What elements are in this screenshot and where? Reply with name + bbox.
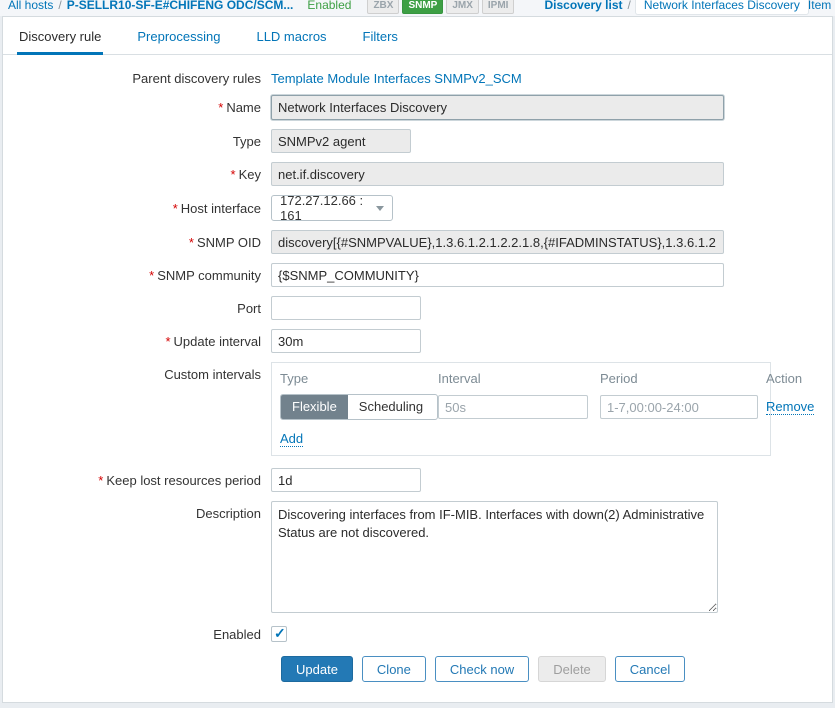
custom-intervals-label: Custom intervals [164, 367, 261, 382]
breadcrumb-all-hosts-link[interactable]: All hosts [8, 0, 53, 12]
form-row-port: Port [13, 296, 822, 320]
breadcrumb-host-link[interactable]: P-SELLR10-SF-E#CHIFENG ODC/SCM... [67, 0, 294, 12]
column-type: Type [280, 371, 309, 386]
breadcrumb-separator: / [58, 0, 62, 12]
discovery-list-link[interactable]: Discovery list [544, 0, 622, 12]
required-marker: * [218, 100, 224, 115]
required-marker: * [188, 234, 194, 250]
keep-lost-input[interactable] [271, 468, 421, 492]
breadcrumb: All hosts / P-SELLR10-SF-E#CHIFENG ODC/SCM… [8, 0, 293, 12]
form-row-snmp-community: * SNMP community [13, 263, 822, 287]
form-footer-buttons: Update Clone Check now Delete Cancel [281, 656, 822, 682]
form-row-snmp-oid: * SNMP OID [13, 230, 822, 254]
scheduling-toggle-button[interactable]: Scheduling [347, 395, 435, 419]
host-interface-select[interactable]: 172.27.12.66 : 161 [271, 193, 393, 223]
form-row-description: Description Discovering interfaces from … [13, 501, 822, 613]
item-prototypes-link[interactable]: Item prototypes [808, 0, 835, 12]
check-now-button[interactable]: Check now [434, 656, 530, 682]
form-row-host-interface: * Host interface 172.27.12.66 : 161 [13, 193, 822, 223]
type-label: Type [232, 133, 261, 149]
snmp-oid-input[interactable] [271, 230, 724, 254]
required-marker: * [165, 333, 171, 349]
required-marker: * [172, 200, 178, 216]
name-label: Name [226, 100, 261, 115]
discovery-nav: Discovery list / Network Interfaces Disc… [544, 0, 808, 14]
interval-type-toggle: Flexible Scheduling [280, 394, 438, 420]
name-input[interactable] [271, 95, 724, 120]
delete-button: Delete [538, 656, 606, 682]
host-status-badge: Enabled [307, 0, 352, 12]
required-marker: * [230, 166, 236, 182]
update-interval-label: Update interval [173, 333, 261, 349]
zbx-availability-badge: ZBX [367, 0, 400, 14]
chevron-down-icon [376, 205, 384, 211]
jmx-availability-badge: JMX [446, 0, 479, 14]
enabled-checkbox[interactable] [271, 625, 287, 642]
form-row-parent-rules: Parent discovery rules Template Module I… [13, 71, 822, 86]
column-action: Action [766, 371, 803, 386]
snmp-community-input[interactable] [271, 263, 724, 287]
form-row-custom-intervals: Custom intervals Type Interval Period Ac… [13, 362, 822, 456]
description-label: Description [195, 506, 261, 521]
form-row-key: * Key [13, 162, 822, 186]
form-row-enabled: Enabled [13, 625, 822, 642]
discovery-rule-form: Parent discovery rules Template Module I… [3, 55, 832, 682]
required-marker: * [98, 472, 104, 488]
cancel-button[interactable]: Cancel [614, 656, 686, 682]
ipmi-availability-badge: IPMI [481, 0, 515, 14]
host-interface-label: Host interface [180, 200, 261, 216]
port-label: Port [237, 300, 261, 316]
enabled-label: Enabled [213, 626, 261, 642]
snmp-oid-label: SNMP OID [196, 234, 261, 250]
description-textarea[interactable]: Discovering interfaces from IF-MIB. Inte… [271, 501, 718, 613]
update-interval-input[interactable] [271, 329, 421, 353]
add-interval-link[interactable]: Add [280, 431, 304, 447]
period-input[interactable] [600, 395, 758, 419]
remove-interval-link[interactable]: Remove [766, 399, 815, 415]
discovery-rule-panel: Discovery rule Preprocessing LLD macros … [2, 16, 833, 703]
tab-bar: Discovery rule Preprocessing LLD macros … [3, 17, 832, 55]
form-row-keep-lost: * Keep lost resources period [13, 468, 822, 492]
column-period: Period [600, 371, 638, 386]
form-row-name: * Name [13, 95, 822, 120]
keep-lost-label: Keep lost resources period [106, 472, 261, 488]
custom-intervals-header: Type Interval Period Action [280, 371, 802, 394]
current-discovery-rule-label: Network Interfaces Discovery [635, 0, 808, 14]
availability-badges: ZBX SNMP JMX IPMI [367, 0, 515, 14]
column-interval: Interval [438, 371, 481, 386]
custom-interval-row: Flexible Scheduling Remove [280, 394, 815, 420]
update-button[interactable]: Update [281, 656, 353, 682]
tab-lld-macros[interactable]: LLD macros [254, 17, 328, 55]
form-row-update-interval: * Update interval [13, 329, 822, 353]
flexible-toggle-button[interactable]: Flexible [281, 395, 348, 419]
top-header-bar: All hosts / P-SELLR10-SF-E#CHIFENG ODC/SCM… [0, 0, 835, 16]
port-input[interactable] [271, 296, 421, 320]
tab-filters[interactable]: Filters [361, 17, 400, 55]
snmp-availability-badge: SNMP [402, 0, 444, 14]
key-input[interactable] [271, 162, 724, 186]
clone-button[interactable]: Clone [361, 656, 426, 682]
required-marker: * [149, 267, 155, 283]
tab-preprocessing[interactable]: Preprocessing [135, 17, 222, 55]
type-select[interactable] [271, 129, 411, 153]
key-label: Key [238, 166, 261, 182]
parent-template-link[interactable]: Template Module Interfaces SNMPv2_SCM [271, 71, 522, 86]
custom-intervals-table: Type Interval Period Action Flexible Sch… [271, 362, 815, 456]
interval-input[interactable] [438, 395, 588, 419]
form-row-type: Type [13, 129, 822, 153]
discovery-nav-separator: / [627, 0, 631, 12]
host-interface-value: 172.27.12.66 : 161 [280, 193, 364, 223]
tab-discovery-rule[interactable]: Discovery rule [17, 17, 104, 55]
parent-rules-label: Parent discovery rules [132, 71, 261, 86]
snmp-community-label: SNMP community [157, 267, 261, 283]
